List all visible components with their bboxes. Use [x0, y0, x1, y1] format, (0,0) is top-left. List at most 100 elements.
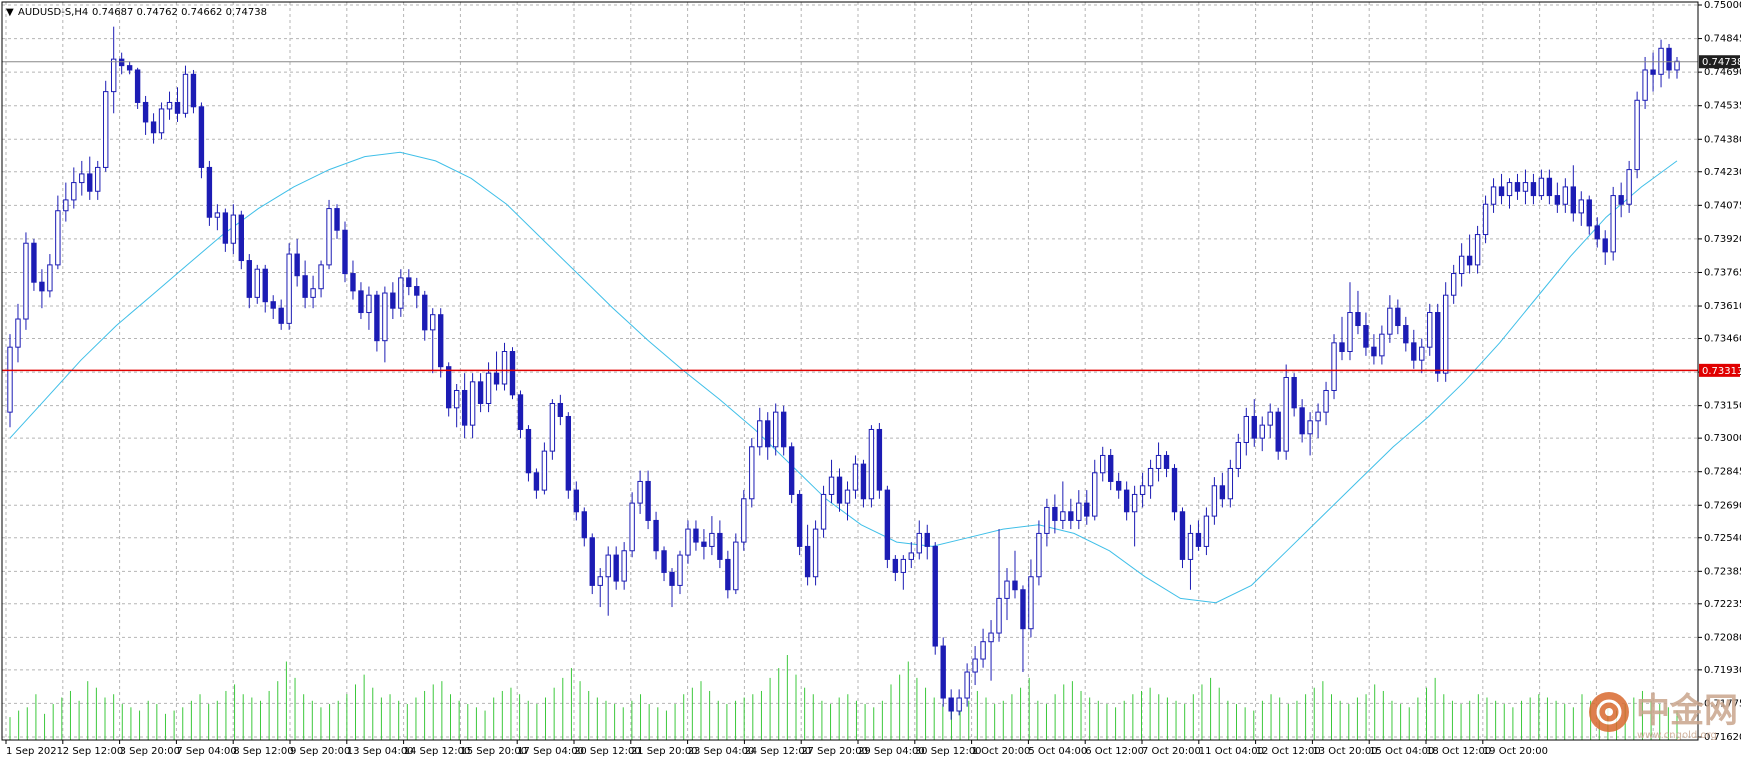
candle-body-bear — [653, 519, 659, 552]
candle-body-bear — [445, 366, 452, 409]
candle-body-bull — [868, 428, 875, 500]
candle-body-bear — [1251, 415, 1257, 439]
candle-body-bear — [1395, 307, 1401, 327]
candle — [884, 485, 891, 569]
candle — [103, 80, 109, 172]
candle-body-bull — [1443, 294, 1449, 374]
candle-body-bear — [804, 545, 811, 578]
candle-body-bull — [1307, 420, 1313, 435]
candle-body-bull — [900, 558, 907, 573]
candle-body-bull — [1578, 199, 1584, 214]
candle-body-bull — [773, 411, 779, 448]
candle-body-bull — [1458, 255, 1465, 275]
candle-body-bear — [1108, 454, 1114, 482]
candle-body-bull — [1379, 333, 1385, 357]
candle-body-bear — [358, 290, 364, 314]
candle-body-bear — [765, 420, 771, 448]
hline-price-text: 0.73313 — [1702, 366, 1741, 377]
y-tick-label: 0.72690 — [1704, 500, 1741, 511]
candle-body-bull — [1028, 576, 1034, 630]
candle-body-bear — [302, 275, 308, 298]
candle-body-bear — [581, 511, 587, 539]
candle-body-bull — [1315, 411, 1321, 422]
candle-body-bull — [541, 450, 548, 491]
candle-body-bull — [733, 541, 739, 591]
candle — [565, 412, 572, 499]
candle-body-bear — [1594, 225, 1600, 240]
candle-body-bear — [1339, 342, 1345, 353]
candle-body-bull — [908, 552, 914, 560]
candle-body-bull — [95, 166, 101, 192]
candle-body-bull — [1036, 532, 1042, 578]
candle-body-bull — [366, 294, 372, 314]
candle-body-bear — [1020, 589, 1026, 630]
x-tick-label: 18 Oct 12:00 — [1426, 746, 1491, 757]
symbol-dropdown-icon[interactable]: ▼ — [6, 7, 14, 18]
y-tick-label: 0.74230 — [1704, 167, 1741, 178]
candle-body-bull — [1482, 203, 1489, 236]
x-tick-label: 7 Oct 20:00 — [1142, 746, 1201, 757]
candle — [733, 533, 739, 595]
candle-body-bear — [1355, 312, 1361, 327]
y-tick-label: 0.74845 — [1704, 34, 1741, 45]
candle-body-bull — [318, 264, 324, 290]
candle-body-bull — [828, 476, 835, 495]
candle-body-bull — [1490, 186, 1497, 205]
candle-body-bear — [836, 476, 843, 504]
candle-body-bull — [1211, 485, 1218, 517]
candle-body-bear — [118, 58, 125, 67]
candle-body-bear — [270, 301, 276, 309]
candle-body-bear — [87, 173, 93, 192]
candle-body-bull — [597, 576, 603, 586]
candle — [206, 160, 213, 226]
candle-body-bear — [206, 166, 213, 218]
candle-body-bear — [390, 292, 396, 309]
candle-body-bear — [414, 286, 420, 296]
candle-body-bear — [1411, 342, 1417, 361]
y-tick-label: 0.71930 — [1704, 665, 1741, 676]
candle-body-bull — [79, 173, 85, 184]
price-chart[interactable]: 0.75000 0.74845 0.74690 0.74535 0.74380 0.742… — [0, 0, 1741, 762]
current-price-label: 0.74738 — [1699, 55, 1741, 69]
candle-body-bear — [1052, 506, 1058, 521]
candle-body-bull — [71, 182, 77, 201]
candle-body-bull — [637, 480, 643, 504]
candle-body-bear — [613, 554, 619, 582]
candle-body-bull — [549, 402, 556, 452]
candle-body-bear — [374, 294, 380, 342]
candle-body-bear — [1435, 312, 1441, 374]
candle-body-bear — [1514, 182, 1521, 192]
x-tick-label: 7 Sep 04:00 — [176, 746, 236, 757]
candle — [1610, 186, 1616, 261]
candle-body-bull — [1203, 515, 1210, 547]
candle — [326, 199, 332, 270]
y-tick-label: 0.74075 — [1704, 200, 1741, 211]
candle-body-bear — [1666, 47, 1672, 71]
y-tick-label: 0.72385 — [1704, 566, 1741, 577]
candle-body-bear — [1123, 489, 1130, 513]
candle-body-bear — [1219, 485, 1226, 500]
y-tick-label: 0.73610 — [1704, 301, 1741, 312]
candle-body-bull — [629, 502, 635, 552]
candle-body-bull — [469, 381, 476, 426]
candle-body-bear — [860, 463, 867, 500]
candle — [238, 210, 244, 270]
candle-body-bear — [565, 415, 572, 491]
candle-body-bull — [852, 463, 859, 491]
candle — [1179, 507, 1186, 569]
x-tick-label: 8 Sep 12:00 — [233, 746, 293, 757]
candle-body-bear — [1012, 580, 1018, 591]
candle-body-bull — [844, 489, 851, 504]
candle-body-bear — [31, 242, 37, 283]
x-tick-label: 12 Oct 12:00 — [1256, 746, 1321, 757]
candle-body-bull — [1243, 415, 1249, 443]
candle — [134, 67, 141, 109]
watermark-subtext: www.cngold.org — [1637, 730, 1717, 741]
candle-body-bull — [1227, 467, 1234, 500]
candle-body-bull — [398, 277, 404, 309]
candle-body-bull — [1092, 472, 1098, 517]
candle-body-bear — [1115, 480, 1122, 491]
candle-body-bear — [796, 493, 803, 547]
candle-body-bear — [334, 208, 340, 231]
candle-body-bull — [1076, 502, 1082, 521]
